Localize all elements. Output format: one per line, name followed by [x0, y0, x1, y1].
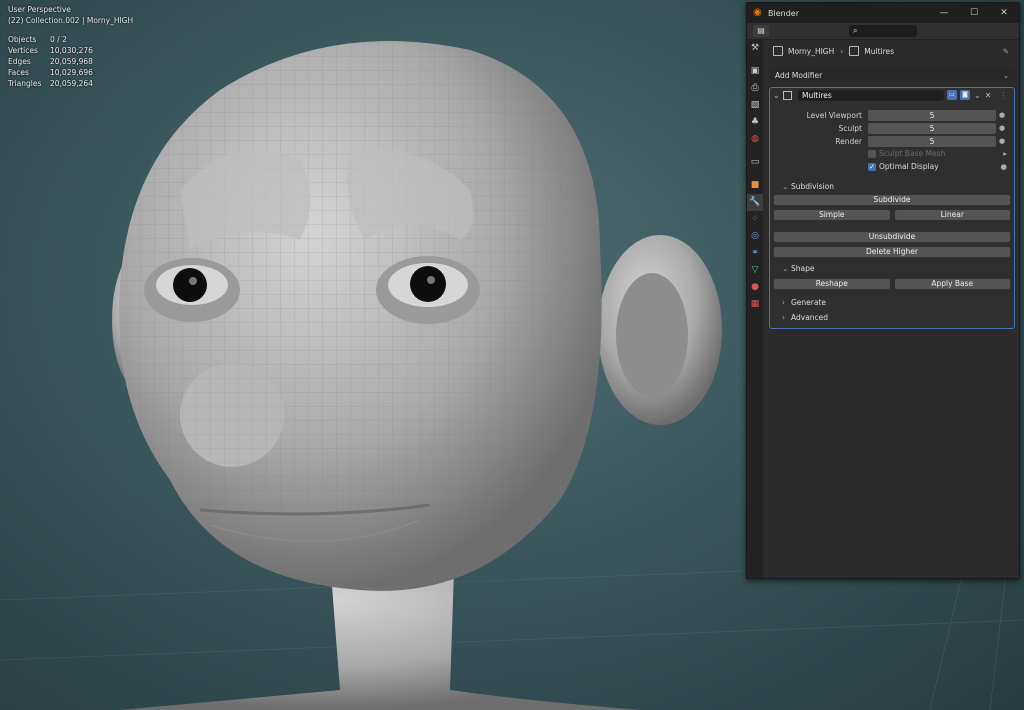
texture-tab-icon[interactable]: ▦	[747, 296, 763, 313]
render-label: Render	[835, 136, 862, 146]
maximize-button[interactable]: ☐	[959, 8, 989, 18]
chevron-right-icon: ›	[782, 297, 785, 307]
checkmark-icon: ✓	[868, 162, 876, 171]
viewport-perspective: User Perspective	[8, 5, 71, 14]
drag-handle-icon[interactable]: ⋮	[999, 91, 1007, 100]
shape-subpanel-header[interactable]: ⌄ Shape	[770, 261, 1014, 275]
modifier-tab-icon[interactable]: 🔧	[747, 194, 763, 211]
keyframe-dot-icon[interactable]: ●	[996, 111, 1008, 119]
viewport-collection: (22) Collection.002 | Morny_HIGH	[8, 16, 134, 25]
render-row: Render 5 ●	[770, 135, 1014, 147]
collection-tab-icon[interactable]: ▭	[747, 154, 763, 171]
editor-header: ▤ ⌕	[747, 23, 1019, 40]
apply-base-button[interactable]: Apply Base	[894, 279, 1010, 289]
sculpt-field[interactable]: 5	[868, 122, 996, 134]
minimize-button[interactable]: —	[929, 8, 959, 18]
dropdown-menu-icon[interactable]: ⌄	[974, 91, 981, 100]
constraints-tab-icon[interactable]: ⚭	[747, 245, 763, 262]
sculpt-base-mesh-checkbox[interactable]: Sculpt Base Mesh ▸	[770, 147, 1014, 160]
scene-tab-icon[interactable]: ♣	[747, 114, 763, 131]
tool-tab-icon[interactable]: ⚒	[747, 40, 763, 57]
search-icon: ⌕	[853, 26, 858, 35]
render-tab-icon[interactable]: ▣	[747, 63, 763, 80]
keyframe-dot-icon[interactable]: ●	[996, 124, 1008, 132]
pin-icon[interactable]: ✎	[1003, 47, 1009, 56]
blender-logo-icon: ◉	[753, 7, 762, 18]
collapse-chevron-icon[interactable]: ⌄	[773, 91, 783, 100]
close-button[interactable]: ✕	[989, 8, 1019, 18]
data-tab-icon[interactable]: ▽	[747, 262, 763, 279]
breadcrumb-modifier: Multires	[864, 46, 895, 56]
world-tab-icon[interactable]: ◍	[747, 131, 763, 148]
optimal-display-label: Optimal Display	[879, 162, 939, 171]
level-viewport-row: Level Viewport 5 ●	[770, 109, 1014, 121]
output-tab-icon[interactable]: ⎙	[747, 80, 763, 97]
add-modifier-dropdown[interactable]: Add Modifier ⌄	[769, 68, 1015, 82]
chevron-right-icon: ›	[782, 312, 785, 322]
multires-icon	[783, 90, 792, 100]
properties-content: Morny_HIGH › Multires ✎ Add Modifier ⌄ ⌄…	[765, 40, 1015, 578]
chevron-right-icon: ›	[840, 46, 844, 56]
delete-higher-button[interactable]: Delete Higher	[774, 247, 1010, 257]
search-input[interactable]: ⌕	[849, 25, 917, 37]
modifier-header: ⌄ Multires ▭ ◙ ⌄ ✕ ⋮	[770, 88, 1014, 102]
subdivision-header-label: Subdivision	[791, 181, 834, 191]
physics-tab-icon[interactable]: ◎	[747, 228, 763, 245]
stat-faces: Faces 10,029,696	[8, 68, 93, 77]
subdivision-subpanel-header[interactable]: ⌄ Subdivision	[770, 179, 1014, 193]
chevron-down-icon: ⌄	[1002, 70, 1009, 80]
stat-vertices: Vertices 10,030,276	[8, 46, 93, 55]
shape-header-label: Shape	[791, 263, 815, 273]
keyframe-dot-icon[interactable]: ●	[996, 137, 1008, 145]
linear-button[interactable]: Linear	[894, 210, 1010, 220]
generate-header-label: Generate	[791, 297, 827, 307]
breadcrumb: Morny_HIGH › Multires ✎	[765, 40, 1015, 62]
stat-edges: Edges 20,059,968	[8, 57, 93, 66]
subdivide-button[interactable]: Subdivide	[774, 195, 1010, 205]
unsubdivide-button[interactable]: Unsubdivide	[774, 232, 1010, 242]
advanced-subpanel-header[interactable]: › Advanced	[770, 310, 1014, 324]
stat-triangles: Triangles 20,059,264	[8, 79, 93, 88]
multires-modifier-panel: ⌄ Multires ▭ ◙ ⌄ ✕ ⋮ Level Viewport 5 ● …	[769, 87, 1015, 329]
breadcrumb-object: Morny_HIGH	[788, 46, 835, 56]
particles-tab-icon[interactable]: ⁘	[747, 211, 763, 228]
window-title: Blender	[768, 8, 799, 18]
simple-button[interactable]: Simple	[774, 210, 890, 220]
view-layer-tab-icon[interactable]: ▧	[747, 97, 763, 114]
multires-icon	[849, 46, 860, 56]
sculpt-row: Sculpt 5 ●	[770, 122, 1014, 134]
editor-type-icon[interactable]: ▤	[753, 25, 769, 37]
level-viewport-label: Level Viewport	[806, 110, 862, 120]
sculpt-label: Sculpt	[838, 123, 862, 133]
viewport-stats: User Perspective (22) Collection.002 | M…	[8, 4, 133, 89]
material-tab-icon[interactable]: ●	[747, 279, 763, 296]
generate-subpanel-header[interactable]: › Generate	[770, 295, 1014, 309]
remove-modifier-icon[interactable]: ✕	[985, 91, 992, 100]
modifier-name-field[interactable]: Multires	[798, 89, 944, 101]
chevron-down-icon: ⌄	[782, 181, 789, 191]
properties-window: ◉ Blender — ☐ ✕ ▤ ⌕ ⚒ ▣ ⎙ ▧ ♣ ◍ ▭ ■ 🔧 ⁘ …	[746, 2, 1020, 579]
level-viewport-field[interactable]: 5	[868, 109, 996, 121]
keyframe-dot-icon[interactable]: ●	[1000, 162, 1007, 171]
object-icon	[773, 46, 783, 56]
render-toggle-icon[interactable]: ◙	[960, 90, 970, 100]
sculpt-base-mesh-label: Sculpt Base Mesh	[879, 149, 946, 158]
render-field[interactable]: 5	[868, 135, 996, 147]
optimal-display-checkbox[interactable]: ✓ Optimal Display ●	[770, 160, 1014, 173]
reshape-button[interactable]: Reshape	[774, 279, 890, 289]
checkbox-box	[868, 149, 876, 158]
window-titlebar[interactable]: ◉ Blender — ☐ ✕	[747, 3, 1019, 23]
object-tab-icon[interactable]: ■	[747, 177, 763, 194]
chevron-down-icon: ⌄	[782, 263, 789, 273]
keyframe-dot-icon[interactable]: ▸	[1003, 149, 1007, 158]
realtime-toggle-icon[interactable]: ▭	[947, 90, 957, 100]
stat-objects: Objects 0 / 2	[8, 35, 67, 44]
add-modifier-label: Add Modifier	[775, 70, 823, 80]
properties-tabs: ⚒ ▣ ⎙ ▧ ♣ ◍ ▭ ■ 🔧 ⁘ ◎ ⚭ ▽ ● ▦	[747, 40, 763, 578]
advanced-header-label: Advanced	[791, 312, 829, 322]
